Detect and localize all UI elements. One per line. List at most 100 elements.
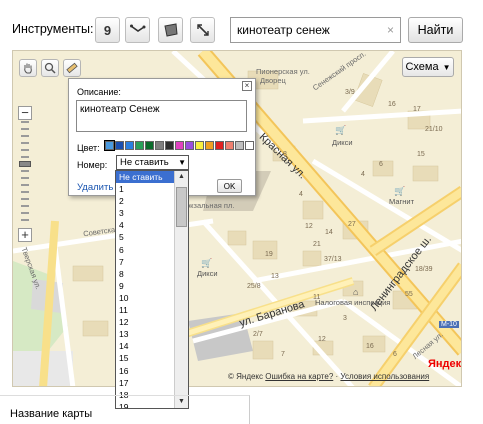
ok-button[interactable]: OK bbox=[217, 179, 242, 193]
number-label: Номер: bbox=[77, 160, 108, 170]
dropdown-option[interactable]: 9 bbox=[116, 280, 175, 292]
color-swatch[interactable] bbox=[225, 141, 234, 150]
zoom-slider[interactable]: − + bbox=[18, 106, 32, 242]
copyright-bar: © Яндекс Ошибка на карте? · Условия испо… bbox=[228, 372, 430, 381]
house-number: 25/8 bbox=[247, 283, 261, 290]
house-number: 15 bbox=[417, 151, 425, 158]
dropdown-option[interactable]: 13 bbox=[116, 328, 175, 340]
polygon-icon bbox=[163, 23, 178, 37]
clear-search-icon[interactable]: × bbox=[387, 23, 394, 37]
tools-label: Инструменты: bbox=[12, 22, 94, 36]
color-swatch[interactable] bbox=[104, 140, 115, 151]
highway-badge: M-10 bbox=[439, 321, 459, 328]
magnifier-icon bbox=[44, 62, 56, 74]
search-input[interactable] bbox=[237, 22, 382, 38]
placemark-tool-button[interactable]: 9 bbox=[95, 17, 120, 43]
number-select[interactable]: Не ставить ▼ bbox=[116, 155, 189, 170]
number-dropdown-list[interactable]: Не ставить 1 2 3 4 5 6 7 8 9 10 11 12 13… bbox=[115, 170, 189, 409]
dropdown-option[interactable]: 16 bbox=[116, 365, 175, 377]
house-number: 3/9 bbox=[345, 89, 355, 96]
house-number: 21/10 bbox=[425, 126, 443, 133]
house-number: 14 bbox=[325, 229, 333, 236]
zoom-handle[interactable] bbox=[19, 161, 31, 167]
terms-link[interactable]: Условия использования bbox=[340, 372, 429, 381]
poi-dixy-2: Дикси bbox=[197, 269, 218, 278]
dropdown-option[interactable]: 3 bbox=[116, 207, 175, 219]
map-label-pioneer: Пионерская ул. bbox=[256, 67, 310, 76]
placemark-icon: 9 bbox=[103, 22, 112, 38]
color-swatch[interactable] bbox=[165, 141, 174, 150]
close-icon[interactable]: × bbox=[242, 81, 252, 91]
dropdown-option[interactable]: 4 bbox=[116, 219, 175, 231]
color-swatch[interactable] bbox=[135, 141, 144, 150]
map-error-link[interactable]: Ошибка на карте? bbox=[265, 372, 333, 381]
poi-magnit: Магнит bbox=[389, 197, 415, 206]
zoom-out-button[interactable]: − bbox=[18, 106, 32, 120]
dropdown-option[interactable]: 2 bbox=[116, 195, 175, 207]
dropdown-option[interactable]: 1 bbox=[116, 183, 175, 195]
house-number: 6 bbox=[379, 161, 383, 168]
street-vokzalnaya: Вокзальная пл. bbox=[181, 201, 235, 210]
color-swatch[interactable] bbox=[215, 141, 224, 150]
house-number: 27 bbox=[348, 221, 356, 228]
ruler-tool-map-button[interactable] bbox=[63, 59, 81, 77]
color-swatch[interactable] bbox=[205, 141, 214, 150]
polyline-tool-button[interactable] bbox=[125, 17, 150, 43]
house-number: 16 bbox=[388, 101, 396, 108]
map-label-palace: Дворец bbox=[260, 76, 286, 85]
shop-icon: 🛒 bbox=[201, 258, 213, 268]
scrollbar-thumb[interactable] bbox=[176, 187, 187, 227]
color-swatch[interactable] bbox=[235, 141, 244, 150]
house-number: 2/7 bbox=[253, 331, 263, 338]
hand-tool-button[interactable] bbox=[19, 59, 37, 77]
house-number: 18/39 bbox=[415, 266, 433, 273]
dropdown-option[interactable]: 12 bbox=[116, 316, 175, 328]
shop-icon: 🛒 bbox=[335, 125, 347, 135]
delete-link[interactable]: Удалить bbox=[77, 182, 113, 193]
dropdown-option[interactable]: 17 bbox=[116, 377, 175, 389]
dropdown-option[interactable]: 5 bbox=[116, 231, 175, 243]
dropdown-option[interactable]: 10 bbox=[116, 292, 175, 304]
house-number: 4 bbox=[361, 171, 365, 178]
color-swatch[interactable] bbox=[155, 141, 164, 150]
dropdown-option[interactable]: 11 bbox=[116, 304, 175, 316]
dropdown-option[interactable]: 7 bbox=[116, 256, 175, 268]
find-button[interactable]: Найти bbox=[408, 17, 463, 43]
color-swatch[interactable] bbox=[115, 141, 124, 150]
color-swatches bbox=[104, 140, 254, 151]
number-select-value: Не ставить bbox=[120, 157, 169, 168]
hand-icon bbox=[24, 63, 32, 74]
dropdown-scrollbar[interactable]: ▲ ▼ bbox=[174, 171, 188, 408]
dropdown-option[interactable]: Не ставить bbox=[116, 171, 175, 184]
search-box: × bbox=[230, 17, 401, 43]
magnifier-tool-button[interactable] bbox=[41, 59, 59, 77]
zoom-track[interactable] bbox=[19, 121, 31, 226]
zoom-in-button[interactable]: + bbox=[18, 228, 32, 242]
dropdown-options: Не ставить 1 2 3 4 5 6 7 8 9 10 11 12 13… bbox=[116, 171, 175, 408]
map-type-button[interactable]: Схема ▼ bbox=[402, 57, 454, 77]
house-number: 4 bbox=[299, 191, 303, 198]
shop-icon: 🛒 bbox=[394, 186, 406, 196]
house-number: 3 bbox=[343, 315, 347, 322]
yandex-logo: Яндекс bbox=[428, 358, 462, 370]
description-textarea[interactable]: кинотеатр Сенеж bbox=[76, 100, 247, 132]
color-swatch[interactable] bbox=[185, 141, 194, 150]
chevron-down-icon: ▼ bbox=[178, 158, 186, 167]
dropdown-option[interactable]: 14 bbox=[116, 340, 175, 352]
dropdown-option[interactable]: 8 bbox=[116, 268, 175, 280]
polygon-tool-button[interactable] bbox=[158, 17, 183, 43]
house-number: 12 bbox=[318, 336, 326, 343]
color-swatch[interactable] bbox=[195, 141, 204, 150]
ruler-tool-button[interactable] bbox=[190, 17, 215, 43]
color-swatch[interactable] bbox=[125, 141, 134, 150]
house-number: 7 bbox=[281, 351, 285, 358]
poi-tax: Налоговая инспекция bbox=[315, 298, 391, 307]
dropdown-option[interactable]: 15 bbox=[116, 352, 175, 364]
house-number: 11 bbox=[313, 294, 321, 301]
color-swatch[interactable] bbox=[145, 141, 154, 150]
color-swatch[interactable] bbox=[175, 141, 184, 150]
color-swatch[interactable] bbox=[245, 141, 254, 150]
house-number: 19 bbox=[265, 251, 273, 258]
scroll-up-icon[interactable]: ▲ bbox=[175, 171, 188, 183]
dropdown-option[interactable]: 6 bbox=[116, 244, 175, 256]
